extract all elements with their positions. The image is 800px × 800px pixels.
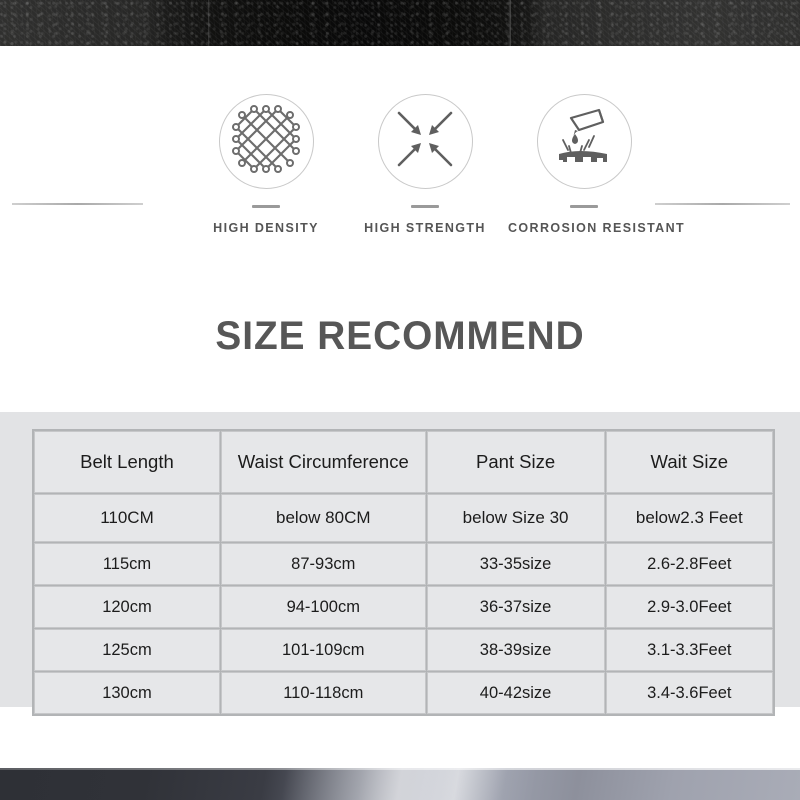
cell-pant-size: 33-35size [426,543,605,585]
belt-edge-right [508,0,511,46]
size-table-section: Belt Length Waist Circumference Pant Siz… [0,412,800,716]
feature-highlights-section: HIGH DENSITY HIGH STRENGTH CORROSION RES… [0,46,800,286]
cell-waist-circumference: below 80CM [220,494,426,542]
cell-waist-circumference: 94-100cm [220,586,426,628]
cell-pant-size: below Size 30 [426,494,605,542]
table-row: 120cm 94-100cm 36-37size 2.9-3.0Feet [34,586,773,628]
feature-item-corrosion-resistant: CORROSION RESISTANT [508,94,686,235]
cell-belt-length: 130cm [34,672,220,714]
cell-belt-length: 120cm [34,586,220,628]
converging-arrows-icon [393,107,457,176]
belt-photo-top-banner [0,0,800,46]
divider-line-right [655,203,790,205]
acid-drop-on-surface-icon [549,104,619,179]
feature-label: CORROSION RESISTANT [508,221,686,235]
leather-grain-texture [0,0,800,46]
belt-buckle-bottom-banner [0,768,800,800]
table-row: 130cm 110-118cm 40-42size 3.4-3.6Feet [34,672,773,714]
cell-wait-size: 2.9-3.0Feet [605,586,773,628]
cell-waist-circumference: 110-118cm [220,672,426,714]
cell-pant-size: 38-39size [426,629,605,671]
divider-line-left [12,203,143,205]
cell-belt-length: 110CM [34,494,220,542]
feature-label: HIGH STRENGTH [364,221,486,235]
size-recommend-table: Belt Length Waist Circumference Pant Siz… [32,429,775,716]
cell-wait-size: 3.1-3.3Feet [605,629,773,671]
feature-icon-circle [218,94,314,189]
feature-icon-row: HIGH DENSITY HIGH STRENGTH CORROSION RES… [190,94,686,235]
cell-wait-size: below2.3 Feet [605,494,773,542]
table-row: 110CM below 80CM below Size 30 below2.3 … [34,494,773,542]
table-header-row: Belt Length Waist Circumference Pant Siz… [34,431,773,493]
metal-sheen-highlight [0,768,800,800]
column-header-pant-size: Pant Size [426,431,605,493]
cell-waist-circumference: 101-109cm [220,629,426,671]
column-header-waist-circumference: Waist Circumference [220,431,426,493]
table-body: 110CM below 80CM below Size 30 below2.3 … [34,494,773,714]
belt-edge-left [208,0,210,46]
feature-underline-dash [252,205,280,208]
cell-wait-size: 2.6-2.8Feet [605,543,773,585]
cell-pant-size: 36-37size [426,586,605,628]
column-header-belt-length: Belt Length [34,431,220,493]
feature-icon-circle [536,94,632,189]
feature-underline-dash [570,205,598,208]
table-row: 115cm 87-93cm 33-35size 2.6-2.8Feet [34,543,773,585]
cell-belt-length: 115cm [34,543,220,585]
feature-underline-dash [411,205,439,208]
feature-label: HIGH DENSITY [213,221,319,235]
feature-icon-circle [377,94,473,189]
column-header-wait-size: Wait Size [605,431,773,493]
cell-waist-circumference: 87-93cm [220,543,426,585]
cell-belt-length: 125cm [34,629,220,671]
table-header: Belt Length Waist Circumference Pant Siz… [34,431,773,493]
cell-pant-size: 40-42size [426,672,605,714]
feature-item-high-strength: HIGH STRENGTH [349,94,501,235]
feature-item-high-density: HIGH DENSITY [190,94,342,235]
product-size-chart-page: HIGH DENSITY HIGH STRENGTH CORROSION RES… [0,0,800,800]
cell-wait-size: 3.4-3.6Feet [605,672,773,714]
table-row: 125cm 101-109cm 38-39size 3.1-3.3Feet [34,629,773,671]
lattice-mesh-icon [230,103,302,180]
page-title: SIZE RECOMMEND [215,314,585,358]
